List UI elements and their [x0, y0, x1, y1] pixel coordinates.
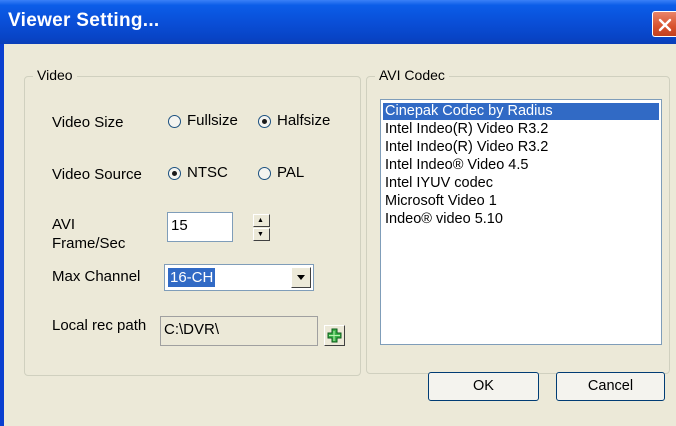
max-channel-select[interactable]: 16-CH — [164, 264, 314, 291]
fullsize-radio[interactable] — [168, 115, 181, 128]
spin-up-arrow-icon: ▲ — [257, 217, 264, 224]
halfsize-radio[interactable] — [258, 115, 271, 128]
codec-list-item[interactable]: Intel Indeo(R) Video R3.2 — [383, 121, 548, 138]
add-path-button[interactable] — [324, 325, 345, 346]
fullsize-radio-label[interactable]: Fullsize — [187, 112, 238, 129]
codec-group-legend: AVI Codec — [375, 67, 449, 83]
frame-rate-label-line1: AVI — [52, 216, 76, 233]
window-title: Viewer Setting... — [8, 10, 160, 31]
ok-button[interactable]: OK — [428, 372, 539, 401]
add-folder-icon — [326, 327, 343, 344]
local-rec-path-field[interactable]: C:\DVR\ — [160, 316, 318, 346]
close-button[interactable] — [652, 11, 676, 37]
codec-list-item[interactable]: Intel IYUV codec — [383, 175, 493, 192]
frame-rate-spin-up[interactable]: ▲ — [253, 214, 270, 227]
max-channel-label: Max Channel — [52, 268, 141, 285]
video-size-label: Video Size — [52, 114, 124, 131]
codec-list-item[interactable]: Intel Indeo® Video 4.5 — [383, 157, 528, 174]
frame-rate-input[interactable]: 15 — [167, 212, 233, 242]
cancel-button[interactable]: Cancel — [556, 372, 665, 401]
codec-listbox[interactable]: Cinepak Codec by Radius Intel Indeo(R) V… — [380, 99, 662, 345]
chevron-down-icon[interactable] — [291, 267, 311, 288]
codec-list-item[interactable]: Microsoft Video 1 — [383, 193, 497, 210]
max-channel-value: 16-CH — [168, 268, 216, 287]
viewer-setting-dialog: Viewer Setting... Video Video Size Fulls… — [0, 0, 676, 426]
pal-radio[interactable] — [258, 167, 271, 180]
codec-list-item[interactable]: Intel Indeo(R) Video R3.2 — [383, 139, 548, 156]
ntsc-radio-label[interactable]: NTSC — [187, 164, 228, 181]
dialog-body: Video Video Size Fullsize Halfsize Video… — [4, 44, 676, 426]
codec-list-item[interactable]: Cinepak Codec by Radius — [383, 103, 659, 120]
frame-rate-spin-down[interactable]: ▼ — [253, 228, 270, 241]
video-group-legend: Video — [33, 67, 77, 83]
codec-list-item[interactable]: Indeo® video 5.10 — [383, 211, 503, 228]
local-rec-path-label: Local rec path — [52, 317, 147, 334]
frame-rate-label-line2: Frame/Sec — [52, 235, 126, 249]
ntsc-radio[interactable] — [168, 167, 181, 180]
pal-radio-label[interactable]: PAL — [277, 164, 304, 181]
halfsize-radio-label[interactable]: Halfsize — [277, 112, 330, 129]
title-bar[interactable]: Viewer Setting... — [0, 0, 676, 44]
close-icon — [658, 18, 672, 32]
video-source-label: Video Source — [52, 166, 142, 183]
spin-down-arrow-icon: ▼ — [257, 231, 264, 238]
